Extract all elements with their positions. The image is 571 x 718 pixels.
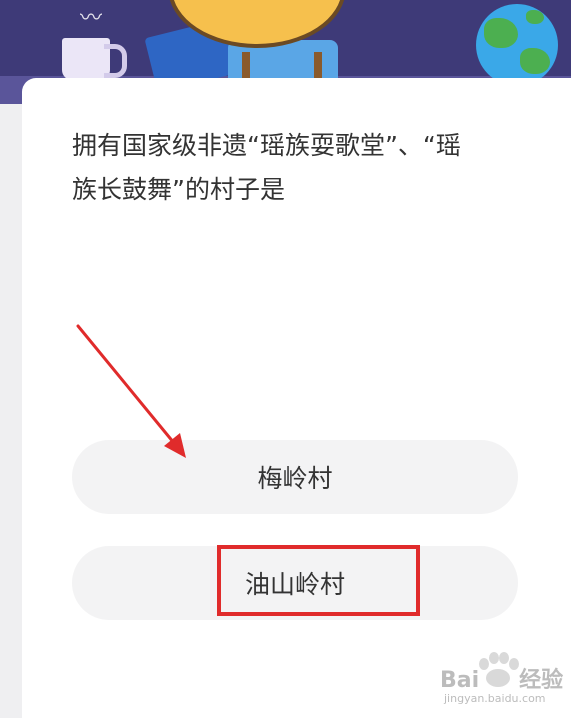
watermark-url: jingyan.baidu.com	[444, 692, 546, 705]
watermark-brand-text: Bai	[440, 668, 480, 693]
watermark-brand: Bai 经验	[440, 662, 563, 694]
red-arrow-annotation	[76, 324, 186, 458]
baidu-watermark: Bai 经验 jingyan.baidu.com	[438, 652, 568, 710]
watermark-brand-suffix: 经验	[519, 668, 564, 693]
